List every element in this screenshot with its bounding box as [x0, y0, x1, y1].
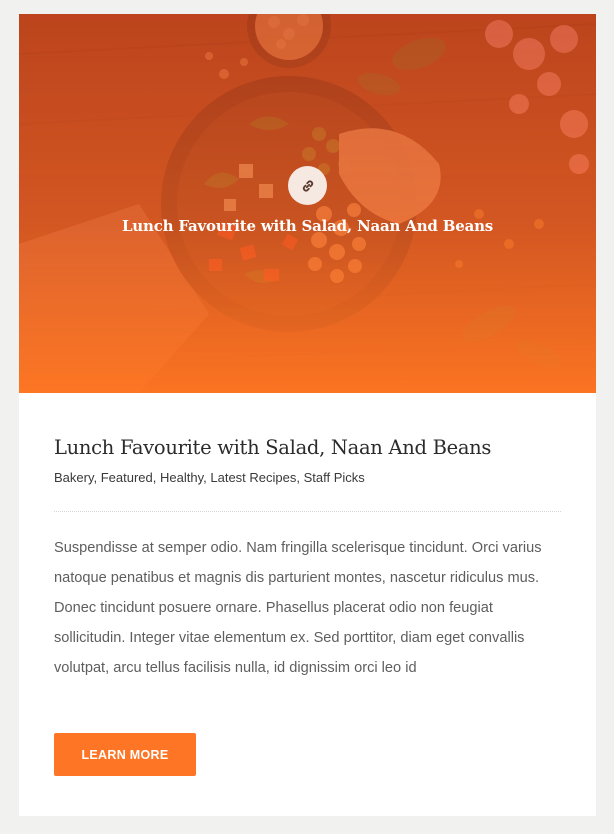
- category-link-featured[interactable]: Featured: [101, 470, 153, 485]
- category-link-staff-picks[interactable]: Staff Picks: [304, 470, 365, 485]
- category-link-healthy[interactable]: Healthy: [160, 470, 203, 485]
- category-link-latest-recipes[interactable]: Latest Recipes: [210, 470, 296, 485]
- post-card: Lunch Favourite with Salad, Naan And Bea…: [19, 14, 596, 816]
- post-excerpt: Suspendisse at semper odio. Nam fringill…: [54, 540, 542, 676]
- category-link-bakery[interactable]: Bakery: [54, 470, 94, 485]
- image-title: Lunch Favourite with Salad, Naan And Bea…: [121, 217, 494, 235]
- link-icon: [302, 180, 313, 191]
- post-title[interactable]: Lunch Favourite with Salad, Naan And Bea…: [54, 434, 491, 462]
- permalink-button[interactable]: [288, 166, 327, 205]
- post-categories: Bakery, Featured, Healthy, Latest Recipe…: [54, 470, 365, 485]
- divider: [54, 511, 561, 512]
- learn-more-button[interactable]: LEARN MORE: [54, 733, 196, 776]
- featured-image-link[interactable]: Lunch Favourite with Salad, Naan And Bea…: [19, 14, 596, 393]
